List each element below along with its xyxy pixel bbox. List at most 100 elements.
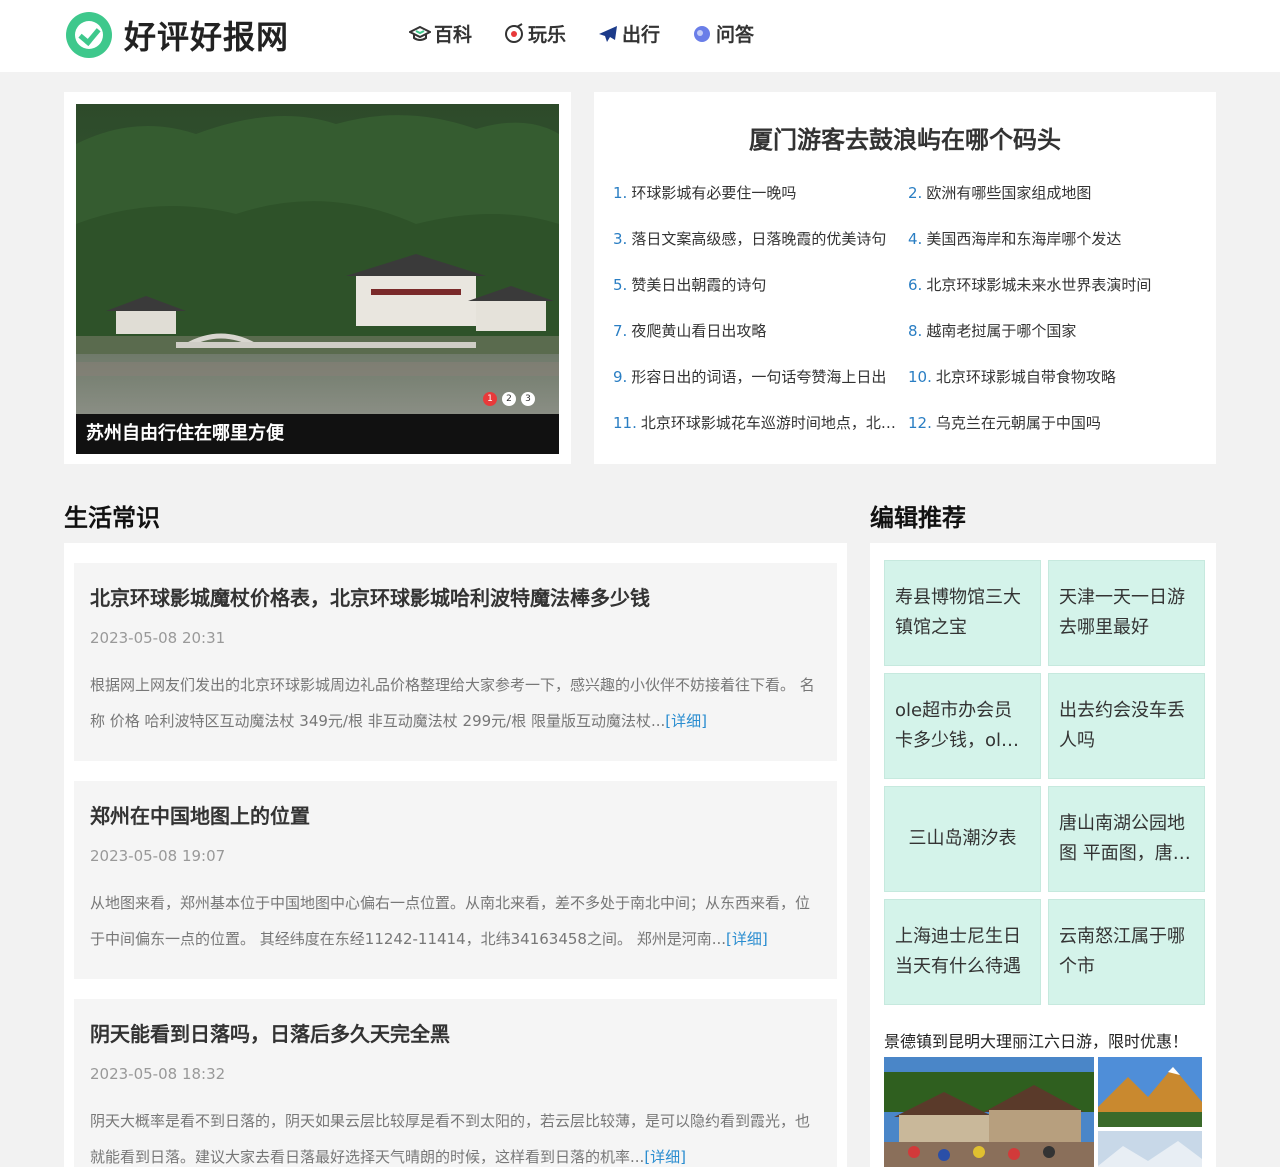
- hot-topic-number: 2.: [908, 184, 923, 202]
- hot-topic-text: 美国西海岸和东海岸哪个发达: [926, 230, 1122, 248]
- hot-topic-item[interactable]: 2. 欧洲有哪些国家组成地图: [908, 182, 1203, 228]
- section-title-editor: 编辑推荐: [870, 504, 966, 532]
- hot-topic-item[interactable]: 3. 落日文案高级感，日落晚霞的优美诗句: [613, 228, 908, 274]
- hot-topic-number: 7.: [613, 322, 628, 340]
- recommend-card[interactable]: 寿县博物馆三大镇馆之宝: [884, 560, 1041, 666]
- slide-caption[interactable]: 苏州自由行住在哪里方便: [76, 414, 559, 454]
- nav-label: 玩乐: [528, 24, 567, 46]
- hot-topic-item[interactable]: 7. 夜爬黄山看日出攻略: [613, 320, 908, 366]
- nav-item-wenda[interactable]: 问答: [690, 20, 754, 47]
- hot-topic-text: 北京环球影城花车巡游时间地点，北京环球影城花车巡游: [640, 414, 908, 432]
- hot-topic-number: 12.: [908, 414, 932, 432]
- site-name: 好评好报网: [124, 18, 290, 56]
- article-title[interactable]: 阴天能看到日落吗，日落后多久天完全黑: [90, 1019, 821, 1049]
- hot-topic-number: 11.: [613, 414, 637, 432]
- section-title-life: 生活常识: [64, 504, 160, 532]
- hot-topic-item[interactable]: 9. 形容日出的词语，一句话夸赞海上日出: [613, 366, 908, 412]
- site-logo[interactable]: 好评好报网: [66, 12, 289, 58]
- site-header: 好评好报网 百科 玩乐 出行 问答: [0, 0, 1280, 72]
- hot-topic-item[interactable]: 5. 赞美日出朝霞的诗句: [613, 274, 908, 320]
- nav-label: 出行: [622, 24, 661, 46]
- hot-topic-text: 北京环球影城未来水世界表演时间: [926, 276, 1152, 294]
- ad-title[interactable]: 景德镇到昆明大理丽江六日游，限时优惠！: [884, 1028, 1188, 1052]
- chat-bubble-icon: [690, 23, 714, 45]
- recommend-card[interactable]: 出去约会没车丢人吗: [1048, 673, 1205, 779]
- recommend-card-text: 云南怒江属于哪个市: [1059, 926, 1185, 977]
- article-title[interactable]: 郑州在中国地图上的位置: [90, 801, 821, 831]
- hot-topic-text: 北京环球影城自带食物攻略: [935, 368, 1116, 386]
- article-summary: 根据网上网友们发出的北京环球影城周边礼品价格整理给大家参考一下，感兴趣的小伙伴不…: [90, 667, 821, 739]
- article-time: 2023-05-08 20:31: [90, 629, 226, 647]
- article-summary-text: 阴天大概率是看不到日落的，阴天如果云层比较厚是看不到太阳的，若云层比较薄，是可以…: [90, 1112, 811, 1166]
- ad-image-main[interactable]: [884, 1057, 1094, 1167]
- recommend-card[interactable]: 云南怒江属于哪个市: [1048, 899, 1205, 1005]
- hot-topic-text: 欧洲有哪些国家组成地图: [926, 184, 1092, 202]
- article-more-link[interactable]: [详细]: [644, 1148, 686, 1166]
- recommend-card[interactable]: 天津一天一日游去哪里最好: [1048, 560, 1205, 666]
- article-card: 郑州在中国地图上的位置 2023-05-08 19:07 从地图来看，郑州基本位于中…: [74, 781, 837, 979]
- plane-icon: [596, 23, 620, 45]
- recommend-card[interactable]: 上海迪士尼生日当天有什么待遇: [884, 899, 1041, 1005]
- hot-topic-number: 4.: [908, 230, 923, 248]
- ad-image-side-2[interactable]: [1098, 1131, 1202, 1167]
- hot-topic-text: 越南老挝属于哪个国家: [926, 322, 1077, 340]
- nav-label: 百科: [434, 24, 473, 46]
- hot-topic-number: 1.: [613, 184, 628, 202]
- logo-check-icon: [66, 12, 112, 58]
- hot-topic-number: 6.: [908, 276, 923, 294]
- recommend-card-text: ole超市办会员卡多少钱，ole超市会员卡有什么用: [895, 700, 1013, 751]
- article-summary-text: 从地图来看，郑州基本位于中国地图中心偏右一点位置。从南北来看，差不多处于南北中间…: [90, 894, 811, 948]
- recommend-card-text: 唐山南湖公园地图 平面图，唐山南湖公园: [1059, 813, 1191, 864]
- hot-topic-text: 形容日出的词语，一句话夸赞海上日出: [631, 368, 887, 386]
- hot-topic-number: 5.: [613, 276, 628, 294]
- article-summary: 从地图来看，郑州基本位于中国地图中心偏右一点位置。从南北来看，差不多处于南北中间…: [90, 885, 821, 957]
- article-title[interactable]: 北京环球影城魔杖价格表，北京环球影城哈利波特魔法棒多少钱: [90, 583, 821, 613]
- slide-image[interactable]: [76, 104, 559, 414]
- article-time: 2023-05-08 19:07: [90, 847, 226, 865]
- featured-slider[interactable]: 苏州自由行住在哪里方便 1 2 3: [76, 104, 559, 454]
- hot-topic-item[interactable]: 10. 北京环球影城自带食物攻略: [908, 366, 1203, 412]
- recommend-card-text: 上海迪士尼生日当天有什么待遇: [895, 926, 1021, 977]
- hot-topic-item[interactable]: 1. 环球影城有必要住一晚吗: [613, 182, 908, 228]
- hot-topics-list: 1. 环球影城有必要住一晚吗 2. 欧洲有哪些国家组成地图 3. 落日文案高级感，日落晚霞…: [613, 182, 1203, 458]
- ad-image-side-1[interactable]: [1098, 1057, 1202, 1127]
- target-icon: [502, 22, 526, 45]
- slider-dot-3[interactable]: 3: [521, 392, 535, 406]
- recommend-grid: 寿县博物馆三大镇馆之宝天津一天一日游去哪里最好 ole超市办会员卡多少钱，ole超…: [884, 560, 1205, 1005]
- hot-topic-item[interactable]: 6. 北京环球影城未来水世界表演时间: [908, 274, 1203, 320]
- article-time: 2023-05-08 18:32: [90, 1065, 226, 1083]
- recommend-card-text: 三山岛潮汐表: [908, 828, 1017, 849]
- article-list: 北京环球影城魔杖价格表，北京环球影城哈利波特魔法棒多少钱 2023-05-08 2…: [64, 543, 847, 1167]
- nav-item-baike[interactable]: 百科: [408, 20, 472, 47]
- hot-topic-item[interactable]: 4. 美国西海岸和东海岸哪个发达: [908, 228, 1203, 274]
- hot-topics-title[interactable]: 厦门游客去鼓浪屿在哪个码头: [594, 120, 1216, 155]
- slider-dot-1[interactable]: 1: [483, 392, 497, 406]
- hot-topic-text: 落日文案高级感，日落晚霞的优美诗句: [631, 230, 887, 248]
- article-card: 北京环球影城魔杖价格表，北京环球影城哈利波特魔法棒多少钱 2023-05-08 2…: [74, 563, 837, 761]
- slider-dots: 1 2 3: [478, 392, 535, 406]
- nav-label: 问答: [716, 24, 755, 46]
- recommend-card-text: 寿县博物馆三大镇馆之宝: [895, 587, 1021, 638]
- hot-topic-number: 8.: [908, 322, 923, 340]
- editor-recommend-panel: 寿县博物馆三大镇馆之宝天津一天一日游去哪里最好 ole超市办会员卡多少钱，ole超…: [870, 543, 1216, 1167]
- article-card: 阴天能看到日落吗，日落后多久天完全黑 2023-05-08 18:32 阴天大概率是…: [74, 999, 837, 1167]
- recommend-card-text: 天津一天一日游去哪里最好: [1059, 587, 1185, 638]
- main-nav: 百科 玩乐 出行 问答: [408, 20, 784, 47]
- hot-topic-number: 3.: [613, 230, 628, 248]
- article-more-link[interactable]: [详细]: [665, 712, 707, 730]
- hot-topics-box: 厦门游客去鼓浪屿在哪个码头 1. 环球影城有必要住一晚吗 2. 欧洲有哪些国家组成地图…: [594, 92, 1216, 464]
- slider-dot-2[interactable]: 2: [502, 392, 516, 406]
- featured-slider-box: 苏州自由行住在哪里方便 1 2 3: [64, 92, 571, 464]
- hot-topic-text: 环球影城有必要住一晚吗: [631, 184, 797, 202]
- hot-topic-item[interactable]: 8. 越南老挝属于哪个国家: [908, 320, 1203, 366]
- nav-item-wanle[interactable]: 玩乐: [502, 20, 566, 47]
- recommend-card[interactable]: ole超市办会员卡多少钱，ole超市会员卡有什么用: [884, 673, 1041, 779]
- hot-topic-item[interactable]: 12. 乌克兰在元朝属于中国吗: [908, 412, 1203, 458]
- recommend-card[interactable]: 三山岛潮汐表: [884, 786, 1041, 892]
- article-more-link[interactable]: [详细]: [726, 930, 768, 948]
- hot-topic-item[interactable]: 11.北京环球影城花车巡游时间地点，北京环球影城花车巡游: [613, 412, 908, 458]
- hot-topic-number: 10.: [908, 368, 932, 386]
- nav-item-chuxing[interactable]: 出行: [596, 20, 660, 47]
- hot-topic-text: 乌克兰在元朝属于中国吗: [935, 414, 1101, 432]
- recommend-card[interactable]: 唐山南湖公园地图 平面图，唐山南湖公园: [1048, 786, 1205, 892]
